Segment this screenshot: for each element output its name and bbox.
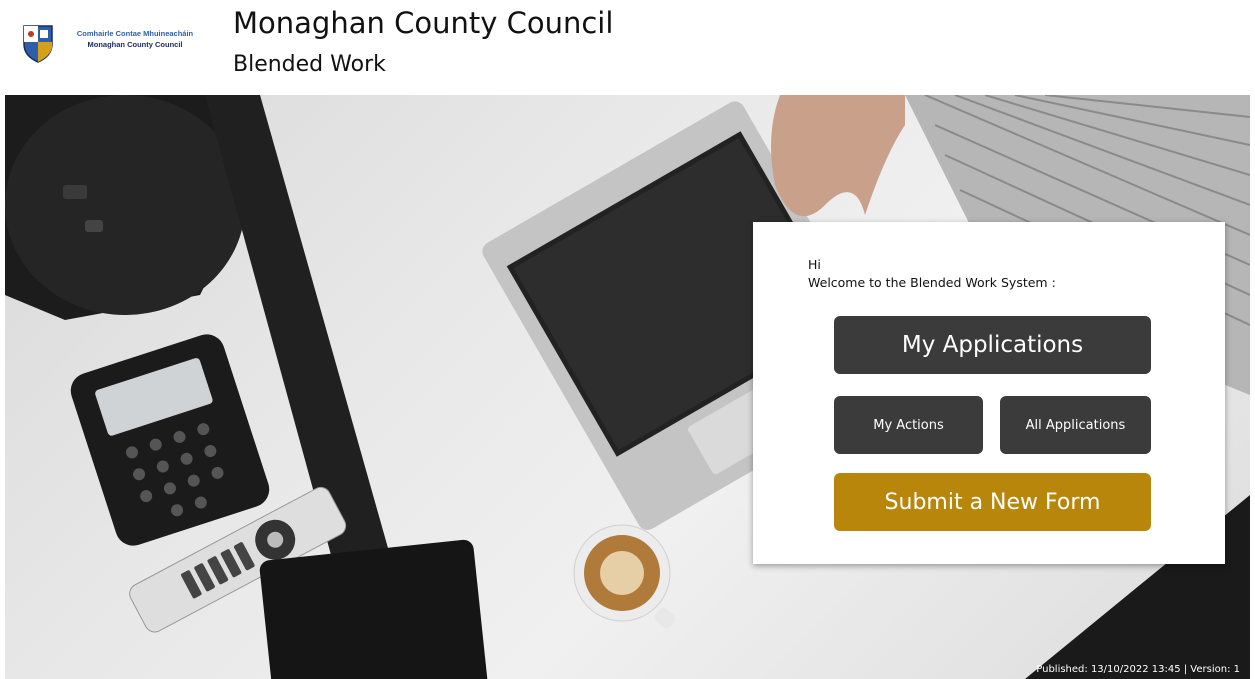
page-title: Monaghan County Council (233, 6, 614, 40)
submit-new-form-button[interactable]: Submit a New Form (834, 473, 1151, 531)
greeting-hi: Hi (808, 257, 821, 272)
my-actions-button[interactable]: My Actions (834, 396, 983, 454)
page-subtitle: Blended Work (233, 52, 386, 77)
greeting-text: Hi Welcome to the Blended Work System : (808, 256, 1056, 292)
council-logo: Comhairle Contae Mhuineacháin Monaghan C… (20, 22, 210, 68)
published-version-note: Published: 13/10/2022 13:45 | Version: 1 (1036, 664, 1240, 675)
my-applications-button[interactable]: My Applications (834, 316, 1151, 374)
page-header: Comhairle Contae Mhuineacháin Monaghan C… (0, 0, 1255, 92)
logo-text-english: Monaghan County Council (87, 40, 183, 49)
crest-icon (23, 25, 53, 63)
logo-text-irish: Comhairle Contae Mhuineacháin (76, 29, 194, 38)
all-applications-button[interactable]: All Applications (1000, 396, 1151, 454)
welcome-card: Hi Welcome to the Blended Work System : … (753, 222, 1225, 564)
welcome-message: Welcome to the Blended Work System : (808, 275, 1056, 290)
